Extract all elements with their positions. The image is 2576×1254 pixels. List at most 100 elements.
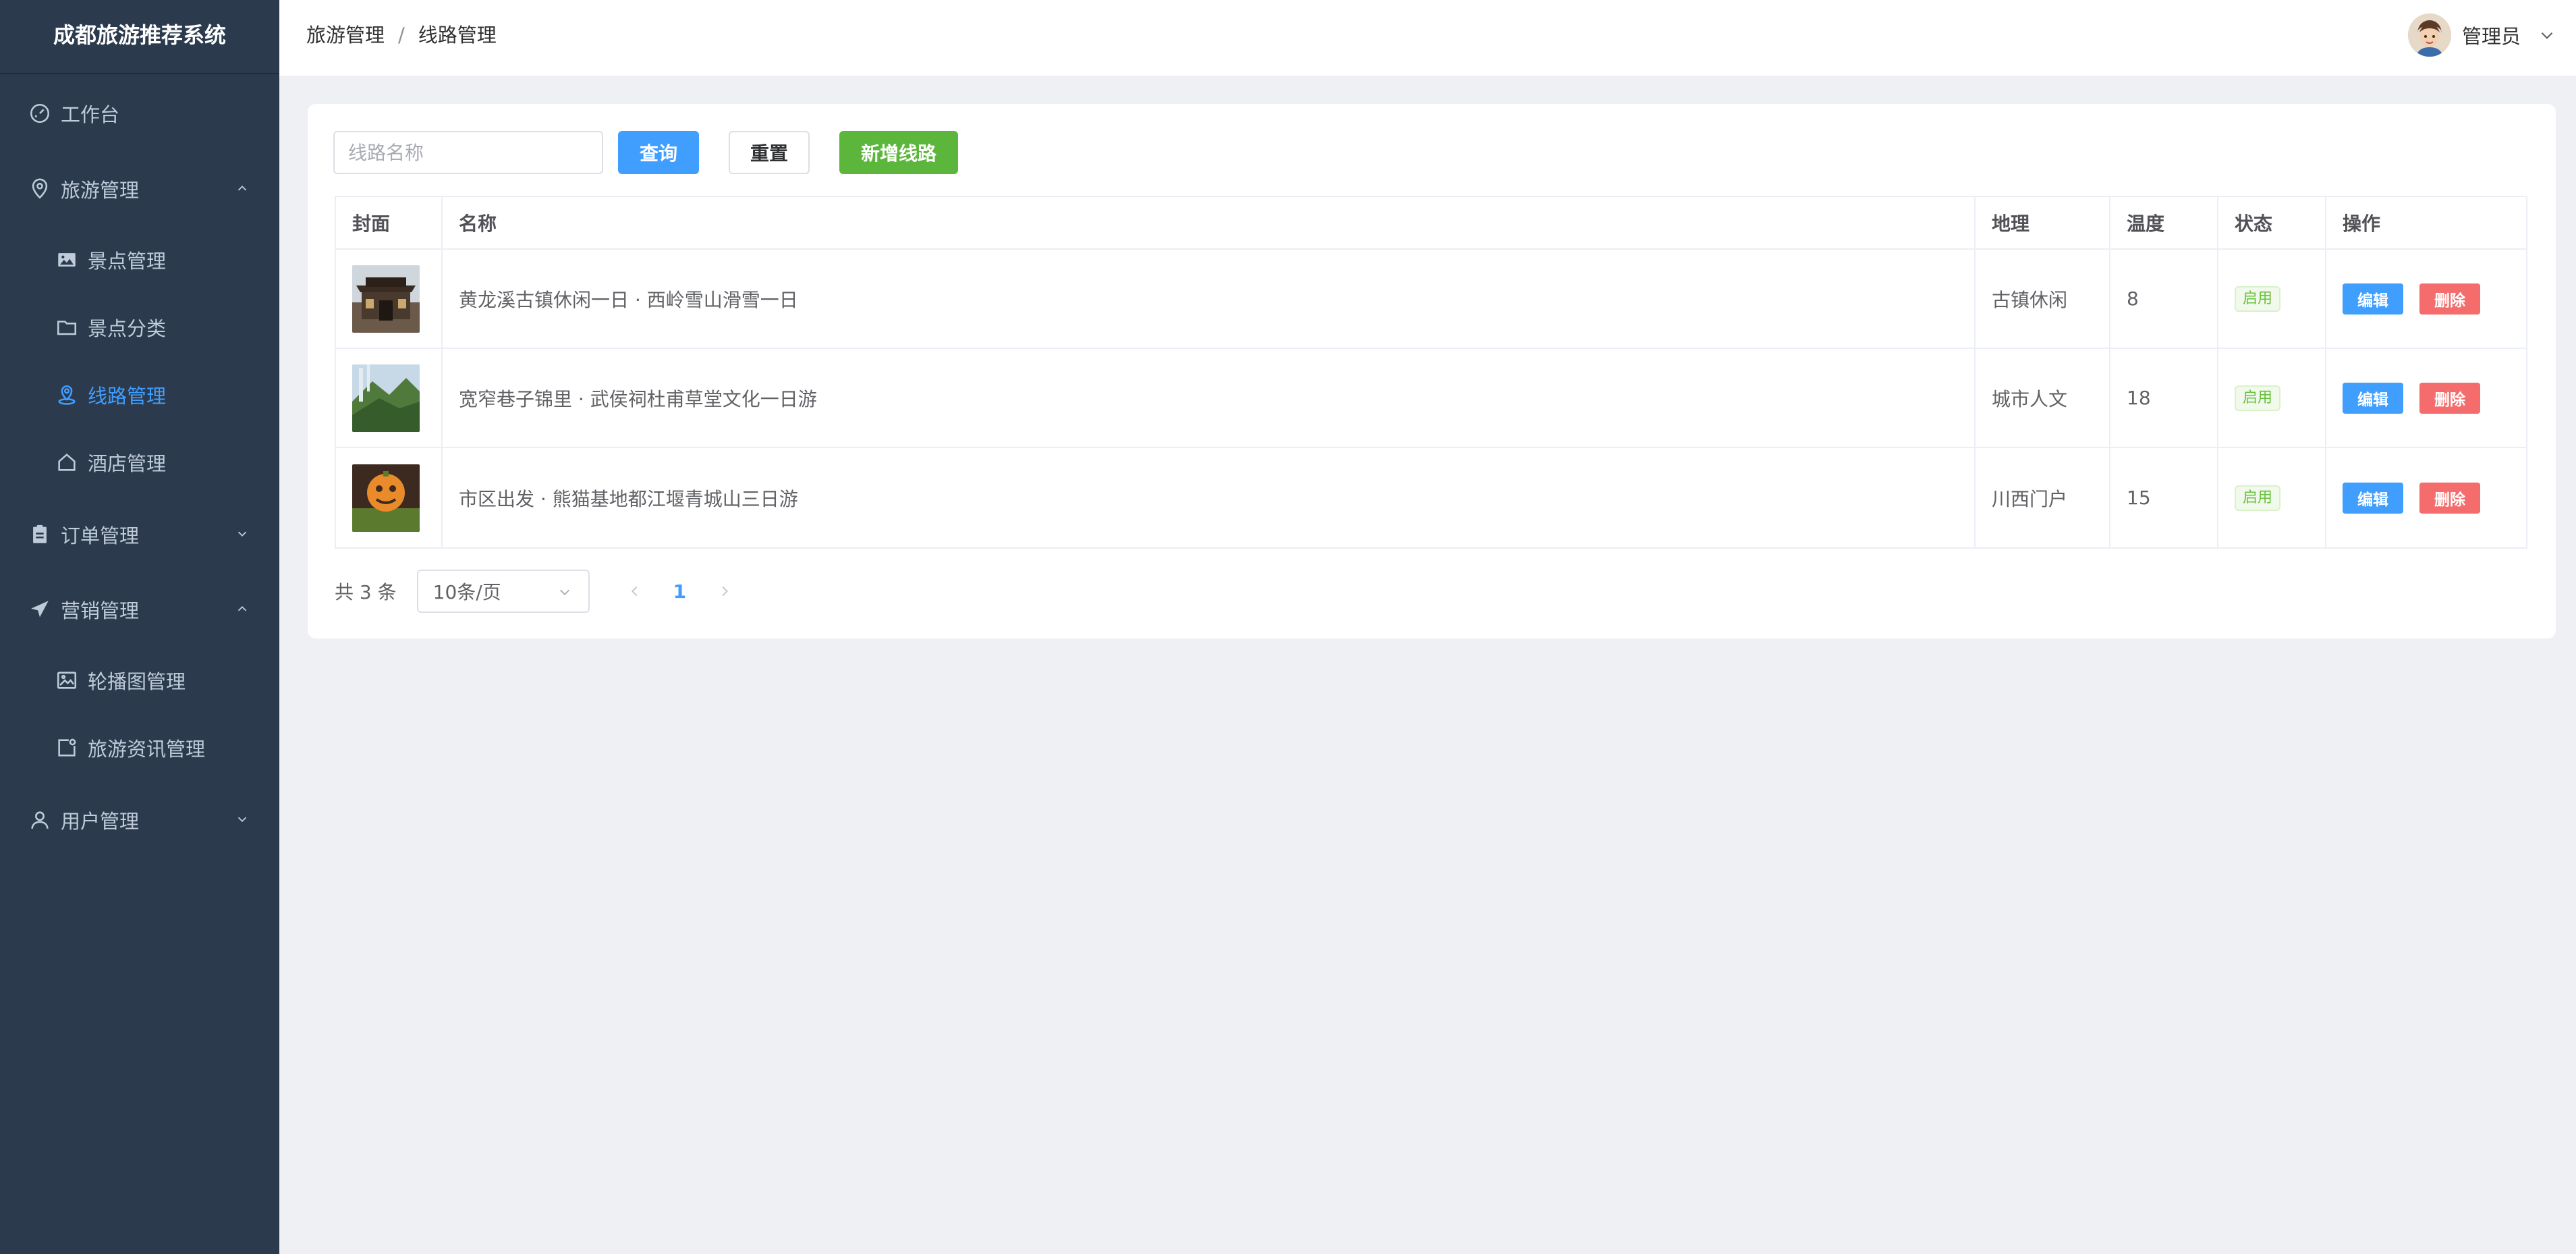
sidebar-item-label: 景点管理	[88, 250, 167, 273]
news-icon	[55, 736, 78, 759]
user-icon	[28, 809, 51, 832]
top-header: 旅游管理 / 线路管理 管理员	[279, 0, 2576, 76]
route-name: 市区出发 · 熊猫基地都江堰青城山三日游	[443, 448, 1976, 547]
chevron-up-icon	[235, 601, 250, 616]
house-icon	[55, 451, 78, 474]
picture-icon	[55, 248, 78, 271]
cover-cell	[336, 448, 443, 547]
sidebar-item-label: 酒店管理	[88, 452, 167, 475]
add-route-button[interactable]: 新增线路	[839, 131, 958, 174]
sidebar-item-label: 景点分类	[88, 317, 167, 340]
column-header-status: 状态	[2218, 197, 2326, 248]
column-header-cover: 封面	[336, 197, 443, 248]
edit-button[interactable]: 编辑	[2343, 482, 2403, 514]
column-header-name: 名称	[443, 197, 1976, 248]
table-header: 封面 名称 地理 温度 状态 操作	[336, 197, 2526, 250]
cover-cell	[336, 349, 443, 447]
chevron-down-icon	[235, 526, 250, 541]
status-cell: 启用	[2218, 250, 2326, 348]
avatar[interactable]	[2407, 13, 2451, 57]
route-temp: 8	[2110, 250, 2218, 348]
column-header-actions: 操作	[2343, 213, 2381, 235]
status-badge: 启用	[2235, 285, 2281, 312]
cover-thumbnail[interactable]	[352, 265, 420, 333]
status-cell: 启用	[2218, 448, 2326, 547]
route-name-search-input[interactable]	[333, 131, 603, 174]
image-icon	[55, 669, 78, 692]
chevron-down-icon	[557, 584, 572, 599]
breadcrumb-current: 线路管理	[418, 24, 497, 47]
route-temp: 18	[2110, 349, 2218, 447]
actions-cell: 编辑 删除	[2326, 349, 2526, 447]
sidebar-item-users[interactable]: 用户管理	[0, 786, 279, 854]
sidebar-item-orders[interactable]: 订单管理	[0, 501, 279, 568]
user-menu[interactable]: 管理员	[2407, 12, 2556, 58]
page-size-select[interactable]: 10条/页	[416, 570, 590, 613]
promotion-icon	[28, 598, 51, 621]
sidebar-item-dashboard[interactable]: 工作台	[0, 80, 279, 147]
sidebar-item-marketing[interactable]: 营销管理	[0, 576, 279, 643]
page-number[interactable]: 1	[673, 580, 686, 603]
reset-button[interactable]: 重置	[729, 131, 810, 174]
sidebar-item-hotels[interactable]: 酒店管理	[0, 429, 279, 496]
clipboard-icon	[28, 523, 51, 546]
table-row: 宽窄巷子锦里 · 武侯祠杜甫草堂文化一日游 城市人文 18 启用 编辑 删除	[336, 349, 2526, 448]
folder-icon	[55, 316, 78, 339]
route-list-card: 查询 重置 新增线路 封面 名称 地理 温度 状态 操作	[308, 104, 2556, 638]
cover-thumbnail[interactable]	[352, 364, 420, 432]
sidebar-item-label: 用户管理	[61, 810, 140, 833]
status-cell: 启用	[2218, 349, 2326, 447]
actions-cell: 编辑 删除	[2326, 448, 2526, 547]
status-badge: 启用	[2235, 385, 2281, 411]
sidebar-item-label: 订单管理	[61, 524, 140, 547]
sidebar-item-label: 旅游管理	[61, 179, 140, 202]
route-temp: 15	[2110, 448, 2218, 547]
chevron-right-icon[interactable]	[717, 584, 732, 599]
actions-cell: 编辑 删除	[2326, 250, 2526, 348]
sidebar-item-label: 旅游资讯管理	[88, 738, 206, 761]
route-location-icon	[55, 383, 78, 406]
route-geo: 城市人文	[1976, 349, 2110, 447]
sidebar: 成都旅游推荐系统 工作台 旅游管理 景点管理 景点分类 线路管理 酒店管理 订单…	[0, 0, 279, 1254]
page-size-value: 10条/页	[432, 581, 501, 603]
status-badge: 启用	[2235, 485, 2281, 511]
edit-button[interactable]: 编辑	[2343, 283, 2403, 315]
route-name: 宽窄巷子锦里 · 武侯祠杜甫草堂文化一日游	[443, 349, 1976, 447]
cover-cell	[336, 250, 443, 348]
sidebar-item-routes[interactable]: 线路管理	[0, 361, 279, 429]
chevron-down-icon[interactable]	[2538, 26, 2556, 44]
delete-button[interactable]: 删除	[2419, 283, 2480, 315]
cover-thumbnail[interactable]	[352, 464, 420, 532]
sidebar-item-news[interactable]: 旅游资讯管理	[0, 714, 279, 782]
sidebar-item-label: 线路管理	[88, 385, 167, 408]
column-header-temp: 温度	[2110, 197, 2218, 248]
app-title: 成都旅游推荐系统	[0, 0, 279, 74]
query-button[interactable]: 查询	[618, 131, 699, 174]
breadcrumb-separator: /	[398, 24, 405, 47]
chevron-down-icon	[235, 812, 250, 827]
sidebar-item-label: 营销管理	[61, 599, 140, 622]
location-icon	[28, 178, 51, 200]
sidebar-item-categories[interactable]: 景点分类	[0, 294, 279, 361]
dashboard-icon	[28, 102, 51, 125]
chevron-up-icon	[235, 181, 250, 196]
route-table: 封面 名称 地理 温度 状态 操作 黄龙溪古镇休闲一日 · 西岭雪山滑雪一日 古…	[335, 196, 2527, 549]
breadcrumb-item[interactable]: 旅游管理	[306, 24, 385, 47]
edit-button[interactable]: 编辑	[2343, 382, 2403, 414]
sidebar-item-attractions[interactable]: 景点管理	[0, 226, 279, 294]
chevron-left-icon[interactable]	[627, 584, 642, 599]
breadcrumb: 旅游管理 / 线路管理	[306, 0, 497, 70]
sidebar-item-banners[interactable]: 轮播图管理	[0, 647, 279, 714]
delete-button[interactable]: 删除	[2419, 382, 2480, 414]
pagination: 共 3 条 10条/页 1	[335, 570, 732, 613]
route-name: 黄龙溪古镇休闲一日 · 西岭雪山滑雪一日	[443, 250, 1976, 348]
total-count: 共 3 条	[335, 581, 397, 603]
table-row: 市区出发 · 熊猫基地都江堰青城山三日游 川西门户 15 启用 编辑 删除	[336, 448, 2526, 547]
sidebar-item-label: 工作台	[61, 103, 120, 126]
delete-button[interactable]: 删除	[2419, 482, 2480, 514]
route-geo: 川西门户	[1976, 448, 2110, 547]
user-name[interactable]: 管理员	[2462, 21, 2521, 49]
sidebar-item-tourism[interactable]: 旅游管理	[0, 155, 279, 223]
table-row: 黄龙溪古镇休闲一日 · 西岭雪山滑雪一日 古镇休闲 8 启用 编辑 删除	[336, 250, 2526, 349]
route-geo: 古镇休闲	[1976, 250, 2110, 348]
